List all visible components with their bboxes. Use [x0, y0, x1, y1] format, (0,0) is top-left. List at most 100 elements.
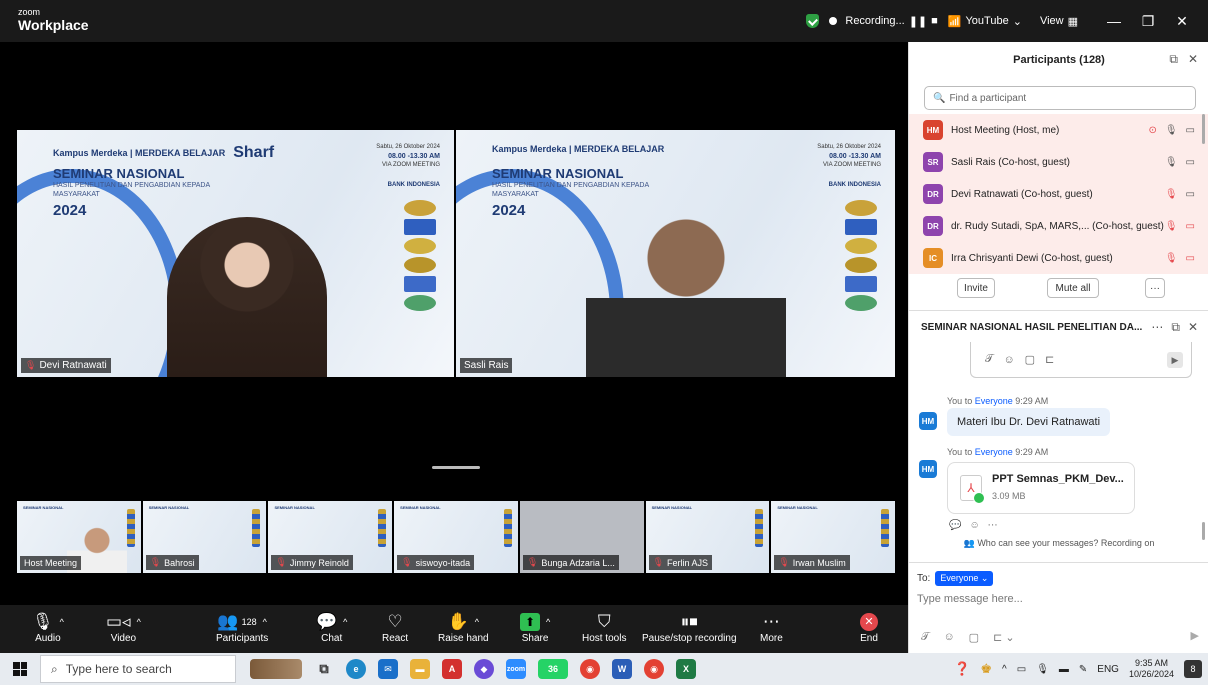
recording-indicator[interactable]: Recording... ❚❚ ■ — [829, 15, 938, 28]
close-icon[interactable]: ✕ — [1170, 13, 1194, 30]
chevron-up-icon[interactable]: ^ — [137, 611, 141, 633]
format-icon[interactable]: 𝒯 — [921, 631, 929, 644]
more-icon[interactable]: ⋯ — [988, 520, 998, 531]
thumbnail-tile[interactable]: SEMINAR NASIONAL 🎙 Ferlin AJS — [645, 501, 770, 573]
mute-all-button[interactable]: Mute all — [1047, 278, 1099, 298]
emoji-icon[interactable]: ☺ — [943, 631, 954, 644]
camera-off-icon[interactable]: ▭ — [1186, 253, 1195, 264]
participants-scrollbar[interactable] — [1202, 114, 1205, 144]
react-button[interactable]: ♡ React — [382, 611, 408, 644]
participant-row[interactable]: DR dr. Rudy Sutadi, SpA, MARS,... (Co-ho… — [909, 210, 1208, 242]
thumbnail-tile[interactable]: SEMINAR NASIONAL Host Meeting — [17, 501, 141, 573]
microphone-icon[interactable]: 🎙 — [1165, 125, 1178, 136]
notification-center-icon[interactable]: 8 — [1184, 660, 1202, 678]
chevron-up-icon[interactable]: ^ — [263, 611, 267, 633]
muted-mic-icon[interactable]: 🎙 — [1165, 189, 1178, 200]
video-tile-devi[interactable]: Kampus Merdeka | MERDEKA BELAJAR Sharf S… — [17, 130, 454, 377]
youtube-live-button[interactable]: 📶 YouTube ⌄ — [948, 15, 1022, 28]
thumbnail-tile[interactable]: SEMINAR NASIONAL 🎙 siswoyo-itada — [394, 501, 518, 573]
camera-icon[interactable]: ▭ — [1186, 125, 1195, 136]
thumbnail-tile[interactable]: 🎙 Bunga Adzaria L... — [519, 501, 644, 573]
more-button[interactable]: ⋯ More — [760, 611, 783, 644]
thumbnail-tile[interactable]: SEMINAR NASIONAL 🎙 Jimmy Reinold — [268, 501, 393, 573]
send-icon[interactable]: ▶ — [1191, 629, 1199, 642]
screenshot-icon[interactable]: ⊏ ⌄ — [993, 631, 1015, 644]
thumbnail-tile[interactable]: SEMINAR NASIONAL 🎙 Bahrosi — [142, 501, 267, 573]
invite-button[interactable]: Invite — [957, 278, 995, 298]
encryption-shield-icon[interactable] — [806, 14, 820, 28]
clock[interactable]: 9:35 AM 10/26/2024 — [1129, 658, 1174, 680]
more-options-button[interactable]: ··· — [1145, 278, 1165, 298]
participants-button[interactable]: 👥 128 ^ Participants — [216, 611, 268, 644]
host-tools-button[interactable]: ⛉ Host tools — [582, 611, 626, 644]
emoji-icon[interactable]: ☺ — [969, 520, 979, 531]
screenshot-icon[interactable]: ⊏ — [1045, 353, 1054, 366]
camera-icon[interactable]: ▭ — [1186, 189, 1195, 200]
chrome-profile-icon[interactable]: ◉ — [644, 659, 664, 679]
camera-off-icon[interactable]: ▭ — [1186, 221, 1195, 232]
file-attachment[interactable]: ⅄ PPT Semnas_PKM_Dev... 3.09 MB — [947, 462, 1135, 514]
muted-mic-icon[interactable]: 🎙 — [1165, 253, 1178, 264]
more-icon[interactable]: ⋯ — [1151, 320, 1163, 335]
participant-row[interactable]: SR Sasli Rais (Co-host, guest) 🎙 ▭ — [909, 146, 1208, 178]
pause-icon[interactable]: ❚❚ — [909, 15, 927, 28]
pen-icon[interactable]: ✎ — [1079, 664, 1087, 675]
file-icon[interactable]: ▢ — [1025, 353, 1035, 366]
muted-mic-icon[interactable]: 🎙 — [1165, 221, 1178, 232]
start-button[interactable] — [0, 653, 40, 685]
participant-row[interactable]: IC Irra Chrisyanti Dewi (Co-host, guest)… — [909, 242, 1208, 274]
pop-out-icon[interactable]: ⧉ — [1171, 320, 1180, 335]
emoji-icon[interactable]: ☺ — [1003, 354, 1014, 366]
format-icon[interactable]: 𝒯 — [985, 353, 993, 366]
video-button[interactable]: ▭◃ ^ Video — [106, 611, 141, 644]
word-icon[interactable]: W — [612, 659, 632, 679]
chat-button[interactable]: 💬 ^ Chat — [316, 611, 347, 644]
excel-icon[interactable]: X — [676, 659, 696, 679]
acrobat-icon[interactable]: A — [442, 659, 462, 679]
battery-icon[interactable]: ▭ — [1017, 664, 1026, 675]
chevron-up-icon[interactable]: ^ — [546, 611, 550, 633]
participant-row[interactable]: HM Host Meeting (Host, me) ⊙ 🎙 ▭ — [909, 114, 1208, 146]
news-widget-icon[interactable] — [250, 659, 302, 679]
chrome-icon[interactable]: ◉ — [580, 659, 600, 679]
chevron-up-icon[interactable]: ^ — [60, 611, 64, 633]
who-can-see-link[interactable]: 👥 Who can see your messages? Recording o… — [909, 538, 1208, 549]
stop-icon[interactable]: ■ — [931, 15, 938, 27]
participant-row[interactable]: DR Devi Ratnawati (Co-host, guest) 🎙 ▭ — [909, 178, 1208, 210]
taskbar-search-input[interactable]: ⌕ Type here to search — [40, 655, 236, 683]
participant-search-input[interactable]: 🔍 Find a participant — [924, 86, 1196, 110]
app-tray-icon[interactable]: ♚ — [980, 661, 992, 677]
pop-out-icon[interactable]: ⧉ — [1169, 52, 1178, 67]
recipient-dropdown[interactable]: Everyone ⌄ — [935, 571, 994, 586]
audio-button[interactable]: 🎙 ^ Audio — [32, 611, 64, 644]
zoom-app-icon[interactable]: zoom — [506, 659, 526, 679]
reply-icon[interactable]: 💬 — [949, 520, 961, 531]
mail-icon[interactable]: ✉ — [378, 659, 398, 679]
thumbnail-tile[interactable]: SEMINAR NASIONAL 🎙 Irwan Muslim — [771, 501, 896, 573]
raise-hand-button[interactable]: ✋ ^ Raise hand — [438, 611, 489, 644]
chevron-up-icon[interactable]: ^ — [343, 611, 347, 633]
send-icon[interactable]: ▶ — [1167, 352, 1183, 368]
copilot-icon[interactable]: ◆ — [474, 659, 494, 679]
edge-browser-icon[interactable]: e — [346, 659, 366, 679]
share-button[interactable]: ⬆ ^ Share — [520, 611, 550, 644]
close-icon[interactable]: ✕ — [1188, 52, 1198, 67]
pause-recording-button[interactable]: ⏸⏹ Pause/stop recording — [642, 611, 737, 644]
language-indicator[interactable]: ENG — [1097, 664, 1119, 675]
microphone-icon[interactable]: 🎙 — [1165, 157, 1178, 168]
restore-icon[interactable]: ❐ — [1136, 13, 1160, 30]
chat-message-input[interactable]: Type message here... — [917, 593, 1023, 605]
gallery-resize-handle[interactable] — [432, 466, 480, 469]
end-button[interactable]: ✕ End — [860, 611, 878, 644]
file-icon[interactable]: ▢ — [969, 631, 979, 644]
chat-message[interactable]: Materi Ibu Dr. Devi Ratnawati — [947, 408, 1111, 436]
chevron-up-icon[interactable]: ^ — [1002, 664, 1007, 675]
chevron-up-icon[interactable]: ^ — [475, 611, 479, 633]
display-icon[interactable]: ▬ — [1059, 664, 1069, 675]
message-recipient[interactable]: Everyone — [975, 396, 1013, 406]
file-explorer-icon[interactable]: ▬ — [410, 659, 430, 679]
message-recipient[interactable]: Everyone — [975, 447, 1013, 457]
camera-icon[interactable]: ▭ — [1186, 157, 1195, 168]
help-icon[interactable]: ❓ — [954, 661, 970, 677]
whatsapp-icon[interactable]: 36 — [538, 659, 568, 679]
